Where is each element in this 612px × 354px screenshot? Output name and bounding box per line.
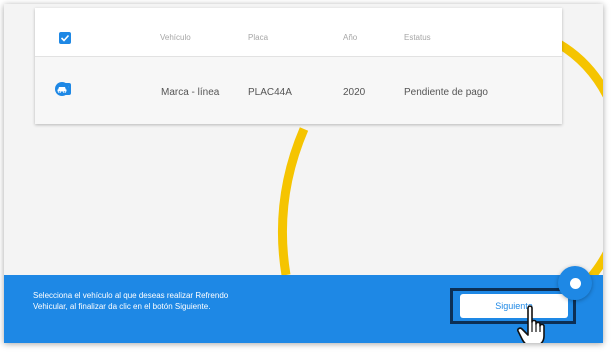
header-estatus: Estatus (404, 33, 431, 42)
header-vehiculo: Vehículo (160, 33, 191, 42)
car-icon (57, 87, 67, 93)
cell-estatus: Pendiente de pago (404, 87, 488, 98)
cell-placa: PLAC44A (248, 87, 292, 98)
chat-button[interactable] (558, 266, 592, 300)
vehicle-type-badge (55, 82, 69, 96)
screenshot-frame: Vehículo Placa Año Estatus Marca - línea… (4, 4, 603, 343)
instruction-text: Selecciona el vehículo al que deseas rea… (33, 291, 229, 311)
header-anio: Año (343, 33, 358, 42)
table-header-row (35, 8, 562, 57)
vehicle-table (35, 8, 562, 124)
cell-anio: 2020 (343, 87, 366, 98)
cell-vehiculo: Marca - línea (161, 87, 220, 98)
header-placa: Placa (248, 33, 269, 42)
decor-arc-left (277, 127, 309, 276)
select-all-checkbox[interactable] (59, 32, 71, 44)
chat-icon (570, 278, 581, 289)
check-icon (60, 34, 70, 42)
decor-arc-right (556, 40, 603, 293)
hand-pointer-icon (517, 305, 545, 343)
